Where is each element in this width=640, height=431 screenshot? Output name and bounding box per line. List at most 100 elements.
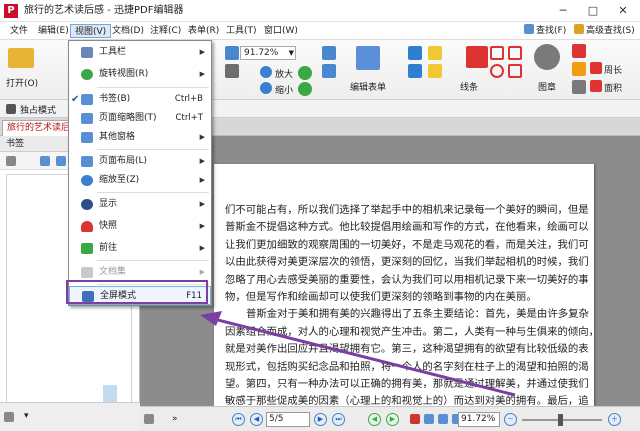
advanced-search-icon bbox=[574, 24, 584, 34]
eraser-icon[interactable] bbox=[572, 44, 586, 58]
view-menu-item-page-layout[interactable]: 页面布局(L) ▶ bbox=[69, 152, 211, 171]
app-logo-icon: P bbox=[4, 4, 18, 18]
view-menu-item-display[interactable]: 显示 ▶ bbox=[69, 195, 211, 214]
fit-page-icon[interactable] bbox=[322, 46, 336, 60]
callout-tool-icon[interactable] bbox=[428, 64, 442, 78]
find-label: 查找(F) bbox=[536, 26, 567, 36]
pencil-tool-icon[interactable] bbox=[466, 46, 488, 68]
edit-form-label[interactable]: 编辑表单 bbox=[350, 80, 386, 93]
submenu-arrow-icon: ▶ bbox=[199, 157, 205, 165]
menu-separator bbox=[97, 149, 209, 150]
edit-form-icon[interactable] bbox=[356, 46, 380, 70]
text-line: 们不可能占有，所以我们选择了举起手中的相机来记录每一个美好的瞬间，但是 bbox=[225, 204, 589, 216]
minimize-button[interactable]: ─ bbox=[548, 0, 578, 22]
open-label[interactable]: 打开(O) bbox=[6, 76, 38, 89]
status-zoom-combo[interactable]: 91.72% bbox=[458, 412, 500, 427]
menu-view[interactable]: 视图(V) bbox=[70, 24, 112, 38]
chevron-down-icon[interactable]: ▾ bbox=[24, 411, 29, 421]
gear-icon[interactable] bbox=[6, 156, 16, 166]
zoom-in-icon[interactable] bbox=[260, 66, 272, 78]
rotate-left-icon[interactable] bbox=[298, 66, 312, 80]
status-settings-icon[interactable] bbox=[144, 414, 154, 424]
advanced-find-button[interactable]: 高级查找(S) bbox=[574, 24, 635, 38]
cloud-tool-icon[interactable] bbox=[508, 64, 522, 78]
text-line: 以由此获得对美更深层次的领悟，更深刻的回忆，当我们举起相机的时候，我们 bbox=[225, 256, 589, 269]
status-zoom-in-button[interactable]: ＋ bbox=[608, 413, 621, 426]
go-back-button[interactable]: ◀ bbox=[368, 413, 381, 426]
view-menu-item-go-to[interactable]: 前往 ▶ bbox=[69, 239, 211, 258]
page-number-input[interactable]: 5/5 bbox=[266, 412, 310, 427]
menu-window[interactable]: 窗口(W) bbox=[260, 24, 302, 38]
view-menu-item-snapshot[interactable]: 快照 ▶ bbox=[69, 217, 211, 236]
area-label[interactable]: 面积 bbox=[604, 81, 622, 94]
expand-icon[interactable]: » bbox=[172, 414, 178, 424]
hand-tool-icon[interactable] bbox=[225, 46, 239, 60]
menu-form[interactable]: 表单(R) bbox=[184, 24, 223, 38]
textbox-tool-icon[interactable] bbox=[408, 64, 422, 78]
previous-page-button[interactable]: ◀ bbox=[250, 413, 263, 426]
zoom-icon bbox=[81, 175, 93, 186]
folder-open-icon[interactable] bbox=[8, 48, 34, 68]
view-menu-item-rotate[interactable]: 旋转视图(R) ▶ bbox=[69, 65, 211, 84]
menu-item-label: 页面缩略图(T) bbox=[99, 113, 157, 123]
fit-width-icon[interactable] bbox=[322, 64, 336, 78]
menu-comment[interactable]: 注释(C) bbox=[146, 24, 185, 38]
document-set-icon bbox=[81, 267, 93, 278]
window-title: 旅行的艺术读后感 - 迅捷PDF编辑器 bbox=[24, 5, 184, 16]
stamp-label[interactable]: 图章 bbox=[538, 80, 556, 93]
exclusive-mode-button[interactable]: 独占模式 bbox=[20, 103, 56, 116]
rectangle-tool-icon[interactable] bbox=[490, 46, 504, 60]
view-menu-item-thumbnails[interactable]: 页面缩略图(T) Ctrl+T bbox=[69, 109, 211, 128]
submenu-arrow-icon: ▶ bbox=[199, 200, 205, 208]
view-menu-item-zoom-to[interactable]: 缩放至(Z) ▶ bbox=[69, 171, 211, 190]
document-viewport[interactable]: 们不可能占有，所以我们选择了举起手中的相机来记录每一个美好的瞬间，但是 普斯金不提… bbox=[140, 136, 640, 414]
submenu-arrow-icon: ▶ bbox=[199, 48, 205, 56]
view-menu-item-other-panes[interactable]: 其他窗格 ▶ bbox=[69, 128, 211, 147]
line-label[interactable]: 线条 bbox=[460, 80, 478, 93]
go-to-icon bbox=[81, 243, 93, 254]
next-page-button[interactable]: ▶ bbox=[314, 413, 327, 426]
menu-tools[interactable]: 工具(T) bbox=[222, 24, 261, 38]
zoom-slider-handle[interactable] bbox=[558, 414, 563, 426]
text-tool-icon[interactable] bbox=[408, 46, 422, 60]
menu-edit[interactable]: 编辑(E) bbox=[34, 24, 73, 38]
perimeter-icon[interactable] bbox=[590, 62, 602, 74]
zoom-in-label[interactable]: 放大 bbox=[275, 67, 293, 80]
menu-file[interactable]: 文件 bbox=[6, 24, 32, 38]
first-page-button[interactable]: ⏮ bbox=[232, 413, 245, 426]
menu-item-label: 前往 bbox=[99, 243, 118, 253]
zoom-combo[interactable]: 91.72% ▼ bbox=[240, 46, 296, 60]
stamp-icon[interactable] bbox=[534, 44, 560, 70]
perimeter-label[interactable]: 周长 bbox=[604, 63, 622, 76]
find-button[interactable]: 查找(F) bbox=[524, 24, 566, 38]
note-tool-icon[interactable] bbox=[428, 46, 442, 60]
view-menu-item-bookmarks[interactable]: ✔ 书签(B) Ctrl+B bbox=[69, 90, 211, 109]
status-zoom-out-button[interactable]: － bbox=[504, 413, 517, 426]
maximize-button[interactable]: □ bbox=[578, 0, 608, 22]
area-icon[interactable] bbox=[590, 80, 602, 92]
menu-document[interactable]: 文档(D) bbox=[108, 24, 148, 38]
close-button[interactable]: ✕ bbox=[608, 0, 638, 22]
rotate-icon bbox=[81, 69, 93, 80]
single-page-icon[interactable] bbox=[410, 414, 420, 424]
panel-settings-icon[interactable] bbox=[4, 412, 14, 422]
zoom-out-label[interactable]: 缩小 bbox=[275, 83, 293, 96]
add-bookmark-icon[interactable] bbox=[40, 156, 50, 166]
ellipse-tool-icon[interactable] bbox=[490, 64, 504, 78]
menu-item-shortcut: Ctrl+B bbox=[174, 94, 203, 104]
menu-item-label: 书签(B) bbox=[99, 94, 131, 104]
continuous-page-icon[interactable] bbox=[424, 414, 434, 424]
go-forward-button[interactable]: ▶ bbox=[386, 413, 399, 426]
view-menu-item-toolbar[interactable]: 工具栏 ▶ bbox=[69, 43, 211, 62]
polygon-tool-icon[interactable] bbox=[508, 46, 522, 60]
last-page-button[interactable]: ⏭ bbox=[332, 413, 345, 426]
highlighter-icon[interactable] bbox=[572, 62, 586, 76]
select-tool-icon[interactable] bbox=[225, 64, 239, 78]
facing-page-icon[interactable] bbox=[438, 414, 448, 424]
bookmark-options-icon[interactable] bbox=[56, 156, 66, 166]
rotate-right-icon[interactable] bbox=[298, 82, 312, 96]
menu-separator bbox=[97, 87, 209, 88]
zoom-out-icon[interactable] bbox=[260, 82, 272, 94]
bookmark-ribbon-icon bbox=[103, 385, 117, 403]
distance-tool-icon[interactable] bbox=[572, 80, 586, 94]
